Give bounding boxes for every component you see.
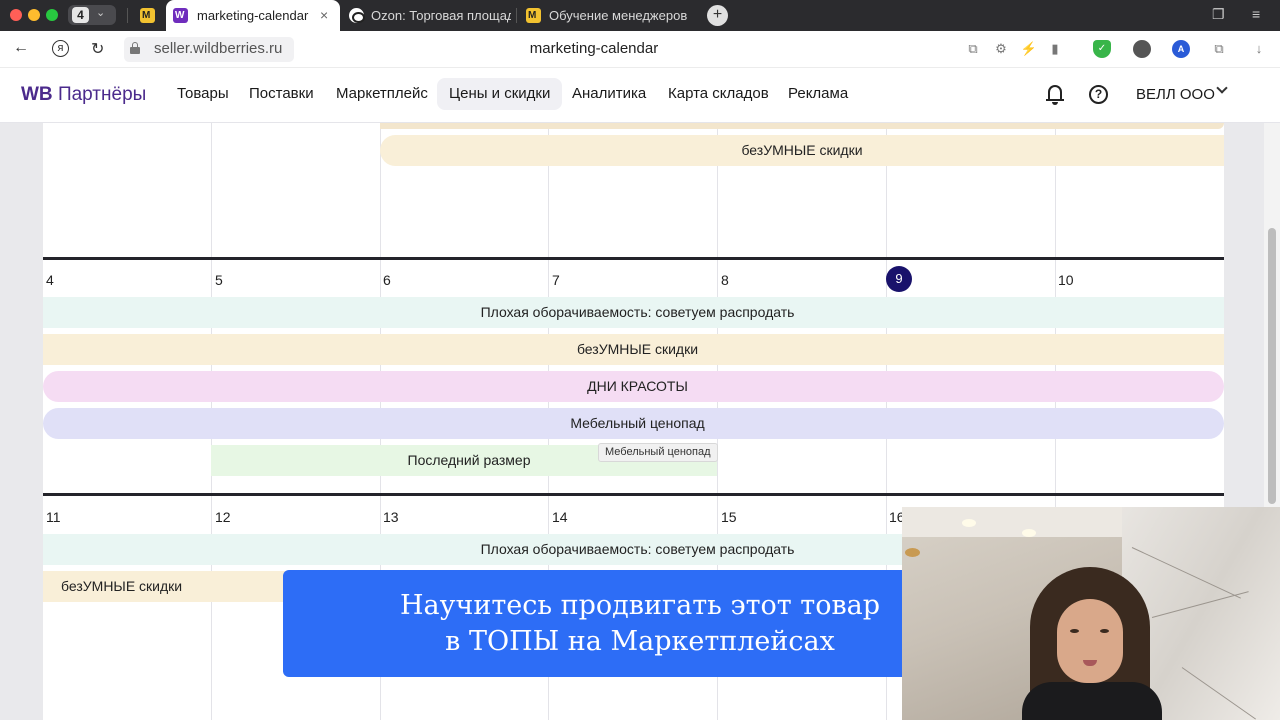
shield-icon[interactable]: ✓ — [1093, 40, 1111, 58]
translate-icon[interactable]: ⧉ — [964, 40, 982, 58]
day-number: 4 — [46, 272, 54, 288]
tab-marketing-calendar[interactable]: marketing-calendar × — [166, 0, 340, 31]
webcam-lamp — [905, 548, 920, 557]
menu-item-analytics[interactable]: Аналитика — [560, 78, 658, 110]
week-separator — [43, 257, 1224, 260]
day-number: 14 — [552, 509, 568, 525]
event-bar-partial[interactable] — [380, 123, 1224, 129]
screen: 4 ⌄ marketing-calendar × Ozon: Торговая … — [0, 0, 1280, 720]
webcam-person-face — [1057, 599, 1123, 683]
promo-text: Научитесь продвигать этот товар в ТОПЫ н… — [283, 588, 997, 660]
event-tooltip: Мебельный ценопад — [598, 443, 718, 462]
tab-overview-icon[interactable]: ❐ — [1212, 6, 1225, 23]
adblock-icon[interactable]: A — [1172, 40, 1190, 58]
tab-label: Ozon: Торговая площадка — [371, 8, 511, 23]
day-number: 10 — [1058, 272, 1074, 288]
brand-rest: Партнёры — [57, 84, 147, 105]
promo-line-1: Научитесь продвигать этот товар — [399, 590, 881, 621]
vpn-icon[interactable] — [1133, 40, 1151, 58]
menu-item-warehouse-map[interactable]: Карта складов — [656, 78, 781, 110]
new-tab-button[interactable]: + — [707, 5, 728, 26]
close-window-button[interactable] — [10, 9, 22, 21]
event-bar[interactable]: безУМНЫЕ скидки — [380, 135, 1224, 166]
tab-label: marketing-calendar — [197, 8, 309, 23]
day-number: 13 — [383, 509, 399, 525]
today-badge: 9 — [886, 266, 912, 292]
bookmark-icon[interactable]: ▮ — [1046, 40, 1064, 58]
tab-training[interactable]: Обучение менеджеров — [520, 0, 696, 31]
day-number: 7 — [552, 272, 560, 288]
webcam-person-body — [1022, 682, 1162, 720]
event-label: Плохая оборачиваемость: советуем распрод… — [480, 304, 795, 320]
day-number: 12 — [215, 509, 231, 525]
pin-icon[interactable]: ⚡ — [1020, 40, 1038, 58]
brand-bold: WB — [21, 84, 53, 105]
day-number: 6 — [383, 272, 391, 288]
day-number: 5 — [215, 272, 223, 288]
webcam-ceiling-light — [1022, 529, 1036, 537]
day-number: 8 — [721, 272, 729, 288]
help-icon[interactable]: ? — [1089, 85, 1108, 104]
webcam-person-eye — [1070, 629, 1079, 633]
promo-banner: Научитесь продвигать этот товар в ТОПЫ н… — [283, 570, 997, 677]
day-number: 15 — [721, 509, 737, 525]
tab-separator — [516, 8, 517, 23]
collections-icon[interactable]: ⧉ — [1210, 40, 1228, 58]
tab-ozon[interactable]: Ozon: Торговая площадка — [342, 0, 514, 31]
ozon-favicon-icon — [349, 8, 365, 23]
tab-pinned[interactable] — [132, 0, 164, 31]
tab-label: Обучение менеджеров — [549, 8, 688, 23]
webcam-video — [902, 507, 1280, 720]
wildberries-favicon-icon — [173, 0, 188, 31]
event-bar[interactable]: Плохая оборачиваемость: советуем распрод… — [43, 297, 1224, 328]
tab-separator — [127, 8, 128, 23]
page-scrollbar-thumb[interactable] — [1268, 228, 1276, 504]
wb-partners-logo[interactable]: WB Партнёры — [21, 84, 146, 106]
chevron-down-icon: ⌄ — [96, 7, 106, 19]
event-bar[interactable]: Мебельный ценопад — [43, 408, 1224, 439]
event-label: ДНИ КРАСОТЫ — [587, 378, 688, 394]
webcam-ceiling-light — [962, 519, 976, 527]
menu-item-goods[interactable]: Товары — [165, 78, 241, 110]
event-bar[interactable]: ДНИ КРАСОТЫ — [43, 371, 1224, 402]
menu-item-prices-discounts[interactable]: Цены и скидки — [437, 78, 563, 110]
event-label: безУМНЫЕ скидки — [576, 341, 699, 357]
extension-icon[interactable]: ⚙ — [992, 40, 1010, 58]
bell-icon[interactable] — [1046, 84, 1064, 105]
day-number: 11 — [46, 509, 61, 525]
webcam-person-eye — [1100, 629, 1109, 633]
browser-tab-strip: 4 ⌄ marketing-calendar × Ozon: Торговая … — [0, 0, 1280, 31]
event-bar[interactable]: безУМНЫЕ скидки — [43, 334, 1224, 365]
menu-item-marketplace[interactable]: Маркетплейс — [324, 78, 440, 110]
mpstats-favicon-icon — [140, 0, 155, 31]
menu-item-ads[interactable]: Реклама — [776, 78, 860, 110]
tab-count: 4 — [72, 7, 89, 23]
browser-address-bar: ← я ↻ seller.wildberries.ru marketing-ca… — [0, 31, 1280, 68]
menu-item-supplies[interactable]: Поставки — [237, 78, 326, 110]
close-tab-icon[interactable]: × — [320, 0, 328, 31]
week-separator — [43, 493, 1224, 496]
event-label: Мебельный ценопад — [570, 415, 705, 431]
site-header: WB Партнёры Товары Поставки Маркетплейс … — [0, 68, 1280, 123]
account-name[interactable]: ВЕЛЛ ООО — [1136, 86, 1215, 103]
tab-group-button[interactable]: 4 ⌄ — [68, 5, 116, 25]
promo-line-2: в ТОПЫ на Маркетплейсах — [445, 626, 835, 657]
mpstats-favicon-icon — [526, 0, 541, 31]
minimize-window-button[interactable] — [28, 9, 40, 21]
menu-icon[interactable]: ≡ — [1252, 6, 1260, 22]
maximize-window-button[interactable] — [46, 9, 58, 21]
download-icon[interactable]: ↓ — [1250, 40, 1268, 58]
